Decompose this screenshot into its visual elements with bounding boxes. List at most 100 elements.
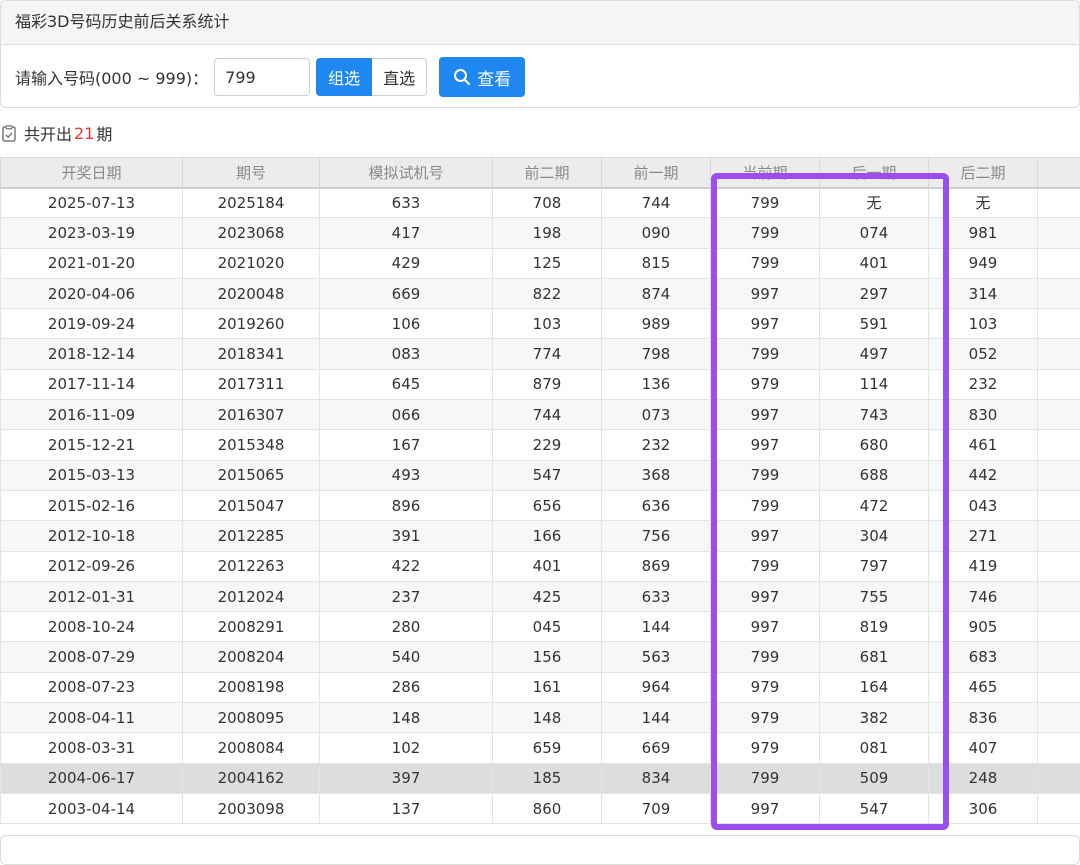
col-next-one[interactable]: 后一期 xyxy=(820,158,929,188)
panel-title: 福彩3D号码历史前后关系统计 xyxy=(1,1,1079,45)
cell-extra xyxy=(1038,733,1080,763)
cell-issue-number: 2012263 xyxy=(183,551,320,581)
cell-issue-number: 2021020 xyxy=(183,248,320,278)
summary-suffix: 期 xyxy=(96,121,112,145)
cell-prev-two: 708 xyxy=(493,188,602,218)
cell-trial-number: 167 xyxy=(320,430,493,460)
cell-extra xyxy=(1038,248,1080,278)
cell-draw-date: 2023-03-19 xyxy=(1,218,183,248)
table-row[interactable]: 2023-03-192023068417198090799074981 xyxy=(1,218,1080,248)
summary-prefix: 共开出 xyxy=(24,121,72,145)
mode-direct-button[interactable]: 直选 xyxy=(372,58,427,96)
cell-draw-date: 2008-07-29 xyxy=(1,642,183,672)
cell-current: 997 xyxy=(711,309,820,339)
cell-issue-number: 2019260 xyxy=(183,309,320,339)
cell-current: 997 xyxy=(711,430,820,460)
cell-prev-one: 232 xyxy=(602,430,711,460)
table-row[interactable]: 2012-01-312012024237425633997755746 xyxy=(1,581,1080,611)
cell-draw-date: 2008-03-31 xyxy=(1,733,183,763)
mode-group-button[interactable]: 组选 xyxy=(316,58,372,96)
table-row[interactable]: 2020-04-062020048669822874997297314 xyxy=(1,278,1080,308)
cell-extra xyxy=(1038,490,1080,520)
cell-prev-one: 090 xyxy=(602,218,711,248)
number-input[interactable] xyxy=(214,58,310,96)
cell-next-two: 419 xyxy=(929,551,1038,581)
cell-extra xyxy=(1038,672,1080,702)
cell-current: 997 xyxy=(711,793,820,823)
table-row[interactable]: 2015-03-132015065493547368799688442 xyxy=(1,460,1080,490)
cell-next-two: 442 xyxy=(929,460,1038,490)
cell-draw-date: 2012-01-31 xyxy=(1,581,183,611)
cell-prev-two: 401 xyxy=(493,551,602,581)
cell-extra xyxy=(1038,703,1080,733)
cell-prev-two: 125 xyxy=(493,248,602,278)
table-row[interactable]: 2021-01-202021020429125815799401949 xyxy=(1,248,1080,278)
cell-draw-date: 2018-12-14 xyxy=(1,339,183,369)
cell-trial-number: 106 xyxy=(320,309,493,339)
cell-next-two: 683 xyxy=(929,642,1038,672)
cell-current: 799 xyxy=(711,763,820,793)
col-draw-date[interactable]: 开奖日期 xyxy=(1,158,183,188)
cell-prev-one: 989 xyxy=(602,309,711,339)
cell-next-two: 981 xyxy=(929,218,1038,248)
summary-count: 21 xyxy=(74,124,94,143)
col-current[interactable]: 当前期 xyxy=(711,158,820,188)
table-row[interactable]: 2008-10-242008291280045144997819905 xyxy=(1,612,1080,642)
table-body: 2025-07-132025184633708744799无无2023-03-1… xyxy=(1,188,1080,824)
cell-next-one: 081 xyxy=(820,733,929,763)
cell-issue-number: 2008198 xyxy=(183,672,320,702)
cell-next-one: 114 xyxy=(820,369,929,399)
cell-issue-number: 2012285 xyxy=(183,521,320,551)
cell-extra xyxy=(1038,551,1080,581)
cell-extra xyxy=(1038,521,1080,551)
table-row[interactable]: 2017-11-142017311645879136979114232 xyxy=(1,369,1080,399)
table-row[interactable]: 2008-07-232008198286161964979164465 xyxy=(1,672,1080,702)
table-row[interactable]: 2008-03-312008084102659669979081407 xyxy=(1,733,1080,763)
cell-prev-two: 185 xyxy=(493,763,602,793)
cell-issue-number: 2012024 xyxy=(183,581,320,611)
table-row[interactable]: 2019-09-242019260106103989997591103 xyxy=(1,309,1080,339)
cell-extra xyxy=(1038,188,1080,218)
cell-prev-one: 144 xyxy=(602,703,711,733)
cell-issue-number: 2025184 xyxy=(183,188,320,218)
cell-next-two: 746 xyxy=(929,581,1038,611)
cell-next-two: 949 xyxy=(929,248,1038,278)
cell-extra xyxy=(1038,763,1080,793)
cell-trial-number: 896 xyxy=(320,490,493,520)
table-row[interactable]: 2015-02-162015047896656636799472043 xyxy=(1,490,1080,520)
view-button-label: 查看 xyxy=(477,65,511,90)
cell-extra xyxy=(1038,793,1080,823)
query-form: 请输入号码(000 ~ 999)： 组选 直选 查看 xyxy=(15,57,525,97)
cell-next-two: 248 xyxy=(929,763,1038,793)
cell-next-two: 043 xyxy=(929,490,1038,520)
cell-next-one: 164 xyxy=(820,672,929,702)
col-extra xyxy=(1038,158,1080,188)
table-row[interactable]: 2012-10-182012285391166756997304271 xyxy=(1,521,1080,551)
cell-trial-number: 237 xyxy=(320,581,493,611)
cell-current: 979 xyxy=(711,733,820,763)
table-row[interactable]: 2004-06-172004162397185834799509248 xyxy=(1,763,1080,793)
table-row[interactable]: 2016-11-092016307066744073997743830 xyxy=(1,400,1080,430)
col-prev-two[interactable]: 前二期 xyxy=(493,158,602,188)
view-button[interactable]: 查看 xyxy=(439,57,525,97)
search-icon xyxy=(453,68,471,86)
cell-next-one: 297 xyxy=(820,278,929,308)
cell-extra xyxy=(1038,460,1080,490)
cell-current: 799 xyxy=(711,490,820,520)
cell-issue-number: 2015348 xyxy=(183,430,320,460)
col-trial-number[interactable]: 模拟试机号 xyxy=(320,158,493,188)
cell-issue-number: 2008291 xyxy=(183,612,320,642)
table-row[interactable]: 2008-07-292008204540156563799681683 xyxy=(1,642,1080,672)
col-prev-one[interactable]: 前一期 xyxy=(602,158,711,188)
cell-prev-two: 744 xyxy=(493,400,602,430)
table-row[interactable]: 2003-04-142003098137860709997547306 xyxy=(1,793,1080,823)
query-panel: 福彩3D号码历史前后关系统计 请输入号码(000 ~ 999)： 组选 直选 查… xyxy=(0,0,1080,108)
table-row[interactable]: 2015-12-212015348167229232997680461 xyxy=(1,430,1080,460)
cell-prev-one: 563 xyxy=(602,642,711,672)
table-row[interactable]: 2018-12-142018341083774798799497052 xyxy=(1,339,1080,369)
table-row[interactable]: 2025-07-132025184633708744799无无 xyxy=(1,188,1080,218)
col-next-two[interactable]: 后二期 xyxy=(929,158,1038,188)
table-row[interactable]: 2012-09-262012263422401869799797419 xyxy=(1,551,1080,581)
col-issue-number[interactable]: 期号 xyxy=(183,158,320,188)
table-row[interactable]: 2008-04-112008095148148144979382836 xyxy=(1,703,1080,733)
